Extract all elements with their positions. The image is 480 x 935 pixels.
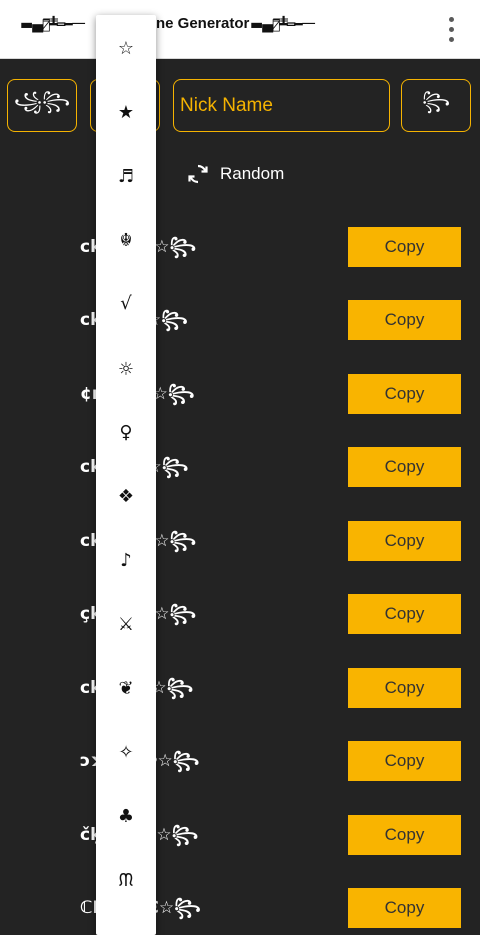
result-row: ckИлмε☆꧂ Copy [0,668,480,710]
copy-button[interactable]: Copy [348,447,461,487]
title-decoration-right: ▬▄︻̷̿┻̿═━一 [250,17,316,33]
symbol-dropdown-menu: ☆ ★ ♬ ☬ √ ☼ ♀ ❖ ♪ ⚔ ❦ ✧ ♣ ᙏ [96,15,156,935]
result-row: cknმოε☆꧂ Copy [0,447,480,489]
symbol-option[interactable]: ✧ [96,732,156,772]
nick-name-input[interactable]: Nick Name [173,79,390,132]
app-bar: ▬▄︻̷̿┻̿═━一 ne Generator ▬▄︻̷̿┻̿═━一 [0,0,480,59]
symbol-option[interactable]: ᙏ [96,860,156,900]
symbol-option[interactable]: ♣ [96,796,156,836]
symbol-option[interactable]: ☬ [96,220,156,260]
random-button[interactable]: Random [186,158,284,190]
copy-button[interactable]: Copy [348,374,461,414]
result-row: ckηძσε☆꧂ Copy [0,300,480,342]
refresh-icon [188,164,208,184]
copy-button[interactable]: Copy [348,815,461,855]
symbol-option[interactable]: ❖ [96,476,156,516]
symbol-option[interactable]: ★ [96,92,156,132]
symbol-option[interactable]: ⚔ [96,604,156,644]
decoration-symbol: ꧁꧂ [13,90,71,112]
symbol-option[interactable]: ♪ [96,540,156,580]
result-row: ckNāmε☆꧂ Copy [0,521,480,563]
symbol-option[interactable]: ☼ [96,349,156,389]
more-options-icon[interactable] [441,13,461,45]
copy-button[interactable]: Copy [348,741,461,781]
random-label: Random [220,164,285,183]
result-row: ɔʞNemɐ☆꧂ Copy [0,741,480,783]
result-row: ℂҚЛΛπЄ☆꧂ Copy [0,888,480,930]
copy-button[interactable]: Copy [348,300,461,340]
right-decoration-button[interactable]: ꧂ [401,79,471,132]
result-row: čķŇämë☆꧂ Copy [0,815,480,857]
symbol-option[interactable]: ♀ [96,412,156,452]
app-title: ne Generator [156,15,250,32]
symbol-option[interactable]: ☆ [96,28,156,68]
symbol-option[interactable]: ❦ [96,668,156,708]
symbol-option[interactable]: ♬ [96,156,156,196]
result-row: çkname☆꧂ Copy [0,594,480,636]
result-row: ¢кηαмē☆꧂ Copy [0,374,480,416]
copy-button[interactable]: Copy [348,668,461,708]
symbol-option[interactable]: √ [96,283,156,323]
copy-button[interactable]: Copy [348,521,461,561]
decoration-symbol: ꧂ [421,90,451,112]
copy-button[interactable]: Copy [348,227,461,267]
copy-button[interactable]: Copy [348,594,461,634]
copy-button[interactable]: Copy [348,888,461,928]
result-row: ckNamε☆꧂ Copy [0,227,480,269]
left-decoration-button-1[interactable]: ꧁꧂ [7,79,77,132]
title-decoration-left: ▬▄︻̷̿┻̿═━一 [20,17,86,33]
